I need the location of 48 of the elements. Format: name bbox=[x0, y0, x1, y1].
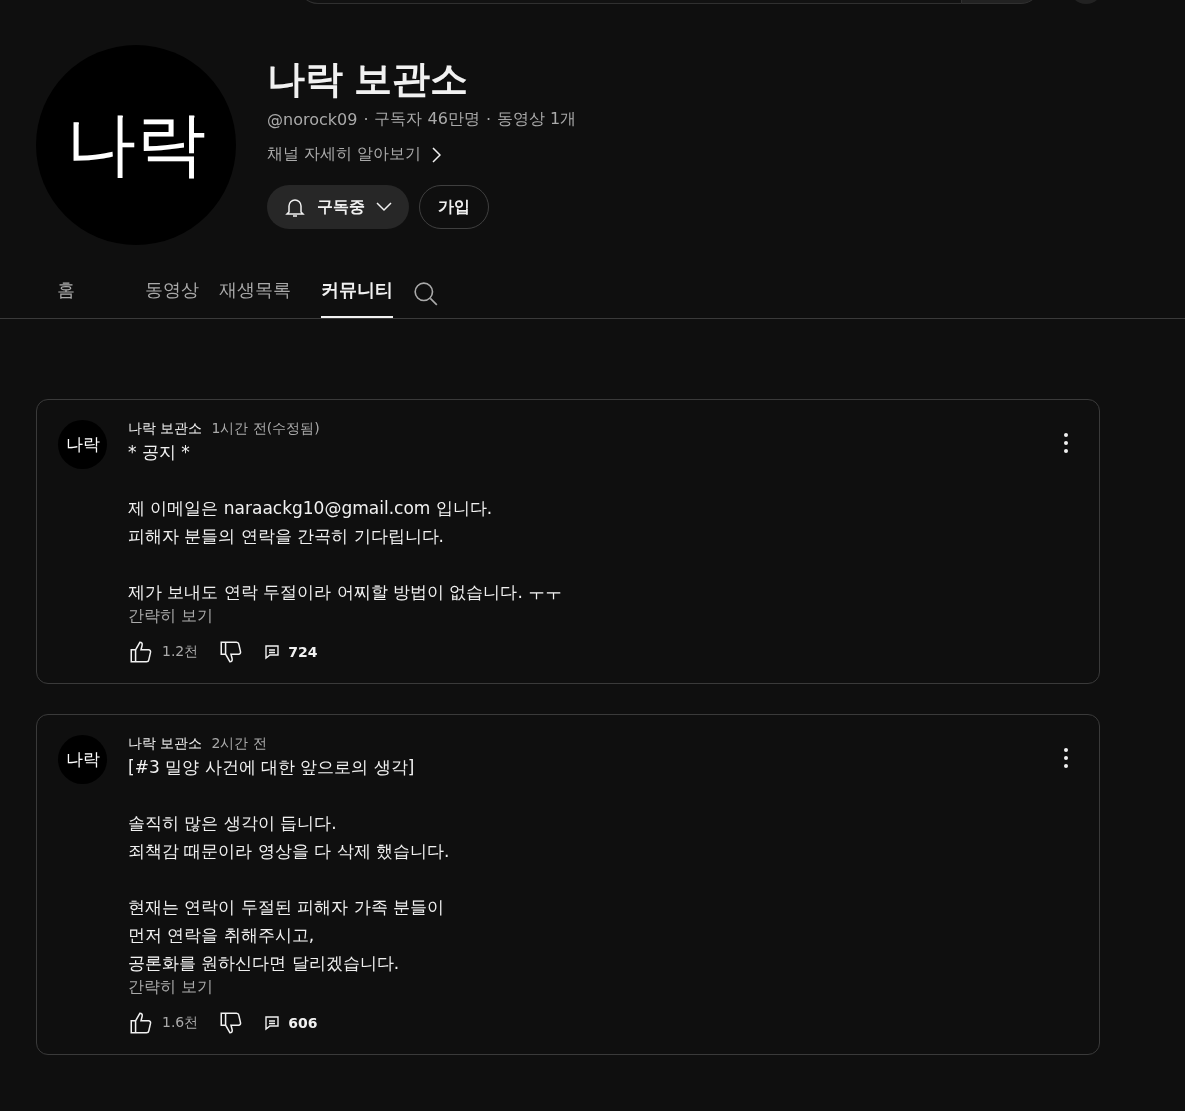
channel-name: 나락 보관소 bbox=[267, 57, 469, 102]
show-less-link[interactable]: 간략히 보기 bbox=[128, 977, 214, 998]
post-text-line: 현재는 연락이 두절된 피해자 가족 분들이 bbox=[128, 896, 446, 919]
caret-icon bbox=[375, 201, 393, 213]
post-text-line: 피해자 분들의 연락을 간곡히 기다립니다. bbox=[128, 525, 446, 548]
comments-button[interactable]: 724 bbox=[264, 644, 318, 660]
comment-icon bbox=[264, 1015, 281, 1031]
like-button[interactable] bbox=[128, 639, 154, 665]
separator-dot: · bbox=[485, 110, 491, 129]
more-options-button[interactable] bbox=[1063, 747, 1069, 769]
post-text-line: [#3 밀양 사건에 대한 앞으로의 생각] bbox=[128, 756, 416, 779]
separator-dot: · bbox=[363, 110, 369, 129]
channel-tab[interactable]: 재생목록 bbox=[219, 267, 291, 318]
like-button[interactable] bbox=[128, 1010, 154, 1036]
author-avatar: 나락 bbox=[58, 420, 107, 469]
post-time: 1시간 전(수정됨) bbox=[211, 420, 320, 438]
post-text-line: 제 이메일은 naraackg10@gmail.com 입니다. bbox=[128, 497, 494, 520]
channel-tab[interactable]: 동영상 bbox=[145, 267, 199, 318]
channel-about-link[interactable]: 채널 자세히 알아보기 bbox=[267, 144, 577, 165]
channel-avatar: 나락 bbox=[36, 45, 236, 245]
like-count: 1.6천 bbox=[162, 1014, 199, 1032]
author-name[interactable]: 나락 보관소 bbox=[128, 735, 203, 753]
subscriber-count: 구독자 46만명 bbox=[374, 109, 480, 130]
show-less-link[interactable]: 간략히 보기 bbox=[128, 606, 214, 627]
more-vertical-icon bbox=[1063, 432, 1069, 454]
more-vertical-icon bbox=[1063, 747, 1069, 769]
chevron-right-icon bbox=[431, 146, 442, 163]
search-icon[interactable] bbox=[413, 280, 439, 307]
post-text-line: 먼저 연락을 취해주시고, bbox=[128, 924, 316, 947]
post-time: 2시간 전 bbox=[211, 735, 267, 753]
author-name[interactable]: 나락 보관소 bbox=[128, 420, 203, 438]
more-options-button[interactable] bbox=[1063, 432, 1069, 454]
thumbs-up-icon bbox=[128, 1010, 154, 1036]
channel-tab[interactable]: 커뮤니티 bbox=[321, 267, 393, 318]
like-count: 1.2천 bbox=[162, 643, 199, 661]
post-text-line: 죄책감 때문이라 영상을 다 삭제 했습니다. bbox=[128, 840, 450, 863]
channel-tab[interactable]: 홈 bbox=[57, 267, 75, 318]
subscribed-button[interactable]: 구독중 bbox=[267, 185, 409, 229]
post-text-line: 솔직히 많은 생각이 듭니다. bbox=[128, 812, 338, 835]
author-avatar: 나락 bbox=[58, 735, 107, 784]
post-text-line: * 공지 * bbox=[128, 441, 191, 464]
comments-button[interactable]: 606 bbox=[264, 1015, 318, 1031]
post-text-line: 제가 보내도 연락 두절이라 어찌할 방법이 없습니다. ㅜㅜ bbox=[128, 581, 563, 604]
channel-handle: @norock09 bbox=[267, 110, 358, 129]
post-text-line: 공론화를 원하신다면 달리겠습니다. bbox=[128, 952, 401, 975]
thumbs-up-icon bbox=[128, 639, 154, 665]
comment-icon bbox=[264, 644, 281, 660]
video-count: 동영상 1개 bbox=[497, 109, 577, 130]
